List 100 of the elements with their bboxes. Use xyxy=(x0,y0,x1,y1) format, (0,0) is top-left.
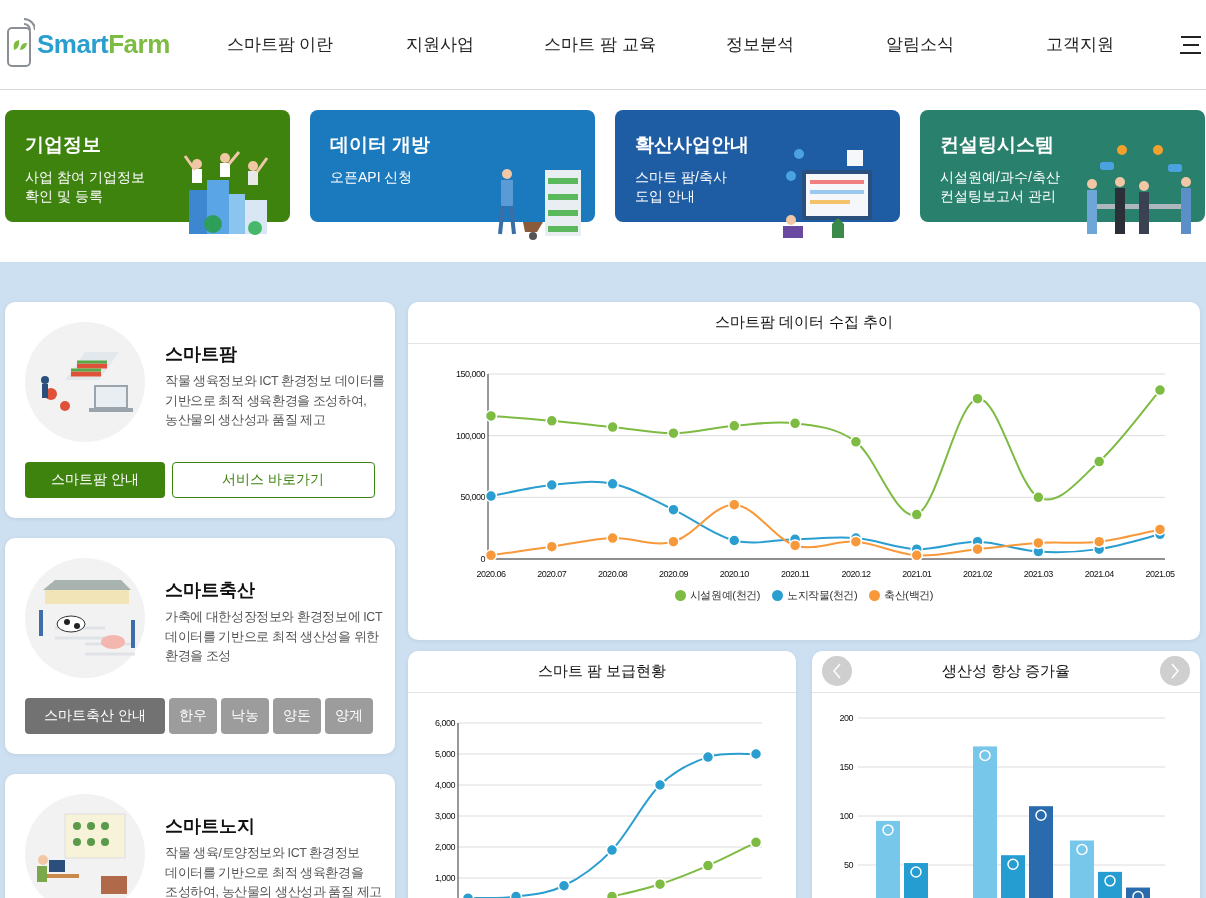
axis-label: 1,000 xyxy=(434,873,455,883)
axis-label: 50,000 xyxy=(460,492,485,503)
axis-label: 2020.06 xyxy=(476,569,506,579)
chevron-right-icon xyxy=(1170,663,1180,679)
axis-label: 2020.11 xyxy=(780,569,810,579)
legend-dot xyxy=(674,590,686,601)
nav-link[interactable]: 알림소식 xyxy=(840,33,1000,56)
service-button[interactable]: 양계 xyxy=(325,698,373,734)
data-point xyxy=(701,750,715,764)
data-point xyxy=(484,549,498,562)
service-button[interactable]: 한우 xyxy=(169,698,217,734)
banner-title: 기업정보 xyxy=(25,133,102,157)
data-point xyxy=(849,435,863,449)
logo-text[interactable]: SmartFarm xyxy=(37,29,170,60)
axis-label: 6,000 xyxy=(434,718,455,728)
data-point xyxy=(606,477,619,490)
service-description: 작물 생육정보와 ICT 환경정보 데이터를 기반으로 최적 생육환경을 조성하여, 농산물의 생산성과 품질 제고 xyxy=(165,373,385,429)
banner-title: 확산사업안내 xyxy=(635,133,750,157)
data-point xyxy=(667,503,680,516)
data-point xyxy=(1104,875,1116,887)
axis-label: 2020.12 xyxy=(841,569,871,579)
service-button[interactable]: 낙농 xyxy=(221,698,269,734)
nav-link[interactable]: 스마트팜 이란 xyxy=(200,33,360,56)
banner-title: 데이터 개방 xyxy=(330,133,432,157)
service-button[interactable]: 양돈 xyxy=(273,698,321,734)
chart-title: 생산성 향상 증가율 xyxy=(941,662,1071,681)
banner-description: 스마트 팜/축사 도입 안내 xyxy=(635,168,728,206)
data-point xyxy=(545,540,559,553)
axis-label: 2021.02 xyxy=(963,569,993,579)
data-point xyxy=(1092,535,1106,548)
data-point xyxy=(1035,809,1047,821)
axis-label: 0 xyxy=(480,554,485,564)
service-button[interactable]: 서비스 바로가기 xyxy=(171,462,375,498)
axis-label: 2020.10 xyxy=(719,569,749,579)
data-point xyxy=(971,392,984,405)
data-point xyxy=(484,409,498,423)
axis-label: 2020.09 xyxy=(658,569,688,579)
nav-link[interactable]: 지원사업 xyxy=(360,33,520,56)
data-point xyxy=(1032,491,1045,504)
service-title: 스마트팜 xyxy=(165,343,238,366)
data-point xyxy=(728,498,741,511)
bar xyxy=(1070,840,1094,898)
data-point xyxy=(1007,858,1019,870)
axis-label: 4,000 xyxy=(434,780,455,790)
data-point xyxy=(484,489,498,503)
axis-label: 2020.08 xyxy=(598,569,628,579)
data-point xyxy=(882,824,894,836)
data-point xyxy=(653,778,667,792)
banner-card[interactable]: 컨설팅시스템 시설원예/과수/축산 컨설팅보고서 관리 xyxy=(920,110,1205,222)
data-point xyxy=(667,535,680,548)
axis-label: 100 xyxy=(839,811,853,821)
data-point xyxy=(749,747,763,761)
chart-title: 스마트팜 데이터 수집 추이 xyxy=(715,313,893,332)
menu-icon[interactable] xyxy=(1180,34,1201,55)
service-button[interactable]: 스마트축산 안내 xyxy=(25,698,165,734)
legend-dot xyxy=(772,590,784,601)
nav-link[interactable]: 스마트 팜 교육 xyxy=(520,33,680,56)
data-point xyxy=(728,534,741,547)
axis-label: 3,000 xyxy=(434,811,455,821)
service-title: 스마트축산 xyxy=(165,579,256,602)
banner-card[interactable]: 기업정보 사업 참여 기업정보 확인 및 등록 xyxy=(5,110,290,222)
next-button[interactable] xyxy=(1160,656,1190,686)
nav-link[interactable]: 정보분석 xyxy=(680,33,840,56)
data-point xyxy=(1092,455,1106,468)
axis-label: 2021.04 xyxy=(1084,569,1114,579)
data-point xyxy=(653,877,667,891)
data-point xyxy=(979,749,991,762)
service-description: 가축에 대한성장정보와 환경정보에 ICT 데이터를 기반으로 최적 생산성을 위한 환경을 조성 xyxy=(165,609,383,665)
data-point xyxy=(667,426,680,440)
data-point xyxy=(728,419,741,433)
data-point xyxy=(910,549,923,562)
data-point xyxy=(1032,536,1045,550)
legend-label: 시설원예(천건) xyxy=(689,588,761,603)
service-button[interactable]: 스마트팜 안내 xyxy=(25,462,165,498)
phone-leaf-icon xyxy=(5,15,35,70)
chevron-left-icon xyxy=(832,663,842,679)
previous-button[interactable] xyxy=(822,656,852,686)
data-point xyxy=(605,843,619,857)
axis-label: 150 xyxy=(839,762,853,772)
banner-description: 오픈API 신청 xyxy=(330,168,414,187)
axis-label: 2021.01 xyxy=(902,569,932,579)
legend-dot xyxy=(869,590,881,601)
axis-label: 2021.03 xyxy=(1023,569,1053,579)
data-point xyxy=(910,866,922,878)
data-point xyxy=(749,836,763,849)
data-point xyxy=(606,420,619,434)
data-point xyxy=(557,879,571,892)
service-description: 작물 생육/토양정보와 ICT 환경정보 데이터를 기반으로 최적 생육환경을 조성하여, 농산물의 생산성과 품질 제고 xyxy=(165,845,382,898)
service-title: 스마트노지 xyxy=(165,815,256,838)
banner-card[interactable]: 데이터 개방 오픈API 신청 xyxy=(310,110,595,222)
data-point xyxy=(1076,843,1088,856)
axis-label: 2021.05 xyxy=(1145,569,1175,579)
axis-label: 50 xyxy=(844,860,853,870)
banner-description: 사업 참여 기업정보 확인 및 등록 xyxy=(25,168,146,206)
banner-title: 컨설팅시스템 xyxy=(940,133,1055,157)
axis-label: 2,000 xyxy=(434,842,455,852)
data-point xyxy=(1132,890,1144,898)
axis-label: 100,000 xyxy=(455,430,485,441)
nav-link[interactable]: 고객지원 xyxy=(1000,33,1160,56)
data-point xyxy=(788,539,802,552)
